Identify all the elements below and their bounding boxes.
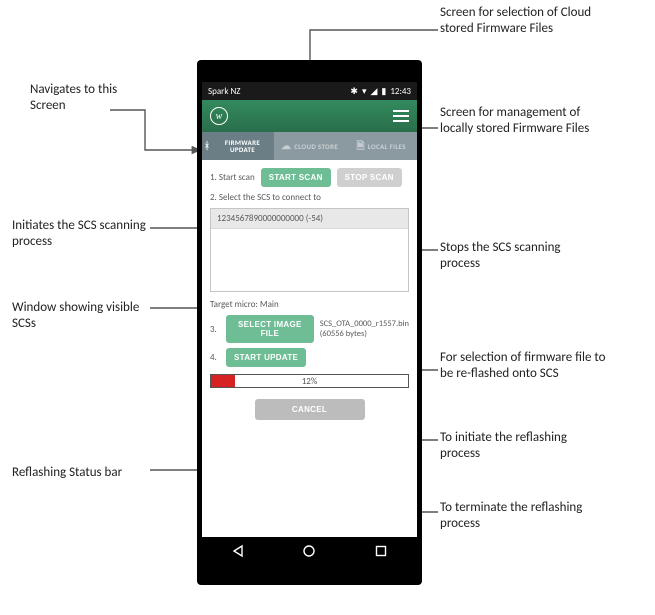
annotation-cloud-tab: Screen for selection of Cloud stored Fir… [440,5,600,38]
step2-label: 2. Select the SCS to connect to [210,192,409,203]
cloud-icon: ☁ [281,141,291,151]
progress-percent: 12% [211,375,408,389]
nav-home-button[interactable] [302,544,316,558]
nav-back-button[interactable] [231,544,245,558]
bluetooth-icon: ✱ [350,86,358,97]
main-content: 1. Start scan START SCAN STOP SCAN 2. Se… [202,160,417,537]
annotation-file-select: For selection of firmware file to be re-… [440,350,610,383]
tab-bar: ᚼ FIRMWARE UPDATE ☁ CLOUD STORE 🗎 LOCAL … [202,132,417,160]
step1-label: 1. Start scan [210,172,255,183]
annotation-cancel: To terminate the reflashing process [440,500,600,533]
nav-recent-button[interactable] [374,544,388,558]
wifi-icon: ▾ [362,86,367,97]
reflash-progress-bar: 12% [210,374,409,388]
bluetooth-icon: ᚼ [204,141,210,151]
screen: Spark NZ ✱ ▾ ◢ ▮ 12:43 w ᚼ FIRMWARE UPDA… [202,82,417,565]
annotation-local-tab: Screen for management of locally stored … [440,105,610,138]
signal-icon: ◢ [370,86,377,97]
step4-num: 4. [210,352,220,363]
annotation-start-scan: Initiates the SCS scanning process [12,218,152,251]
phone-frame: Spark NZ ✱ ▾ ◢ ▮ 12:43 w ᚼ FIRMWARE UPDA… [197,60,422,585]
android-status-bar: Spark NZ ✱ ▾ ◢ ▮ 12:43 [202,82,417,100]
annotation-navigate: Navigates to this Screen [30,82,140,115]
stop-scan-button[interactable]: STOP SCAN [337,168,402,187]
selected-file-info: SCS_OTA_0000_r1557.bin (60556 bytes) [320,319,409,339]
tab-label: CLOUD STORE [294,143,338,150]
step3-num: 3. [210,324,220,335]
tab-cloud-store[interactable]: ☁ CLOUD STORE [274,132,346,160]
annotation-start-update: To initiate the reflashing process [440,430,590,463]
target-micro-value: Main [260,299,279,310]
target-micro-label: Target micro: [210,299,258,310]
carrier-label: Spark NZ [208,86,240,97]
tab-label: FIRMWARE UPDATE [213,139,271,153]
clock-label: 12:43 [390,86,411,97]
android-nav-bar [202,537,417,565]
tab-label: LOCAL FILES [368,143,406,150]
cancel-button[interactable]: CANCEL [255,399,365,420]
scs-list[interactable]: 1234567890000000000 (-54) [210,208,409,292]
app-bar: w [202,100,417,132]
annotation-window: Window showing visible SCSs [12,300,152,333]
scs-list-item[interactable]: 1234567890000000000 (-54) [211,209,408,229]
tab-local-files[interactable]: 🗎 LOCAL FILES [345,132,417,160]
battery-icon: ▮ [381,86,386,97]
select-image-file-button[interactable]: SELECT IMAGE FILE [226,315,314,343]
start-scan-button[interactable]: START SCAN [261,168,331,187]
menu-button[interactable] [393,110,409,122]
file-icon: 🗎 [356,141,364,151]
tab-firmware-update[interactable]: ᚼ FIRMWARE UPDATE [202,132,274,160]
annotation-stop-scan: Stops the SCS scanning process [440,240,590,273]
start-update-button[interactable]: START UPDATE [226,348,306,367]
app-logo-icon: w [210,107,228,125]
annotation-status-bar: Reflashing Status bar [12,465,152,481]
